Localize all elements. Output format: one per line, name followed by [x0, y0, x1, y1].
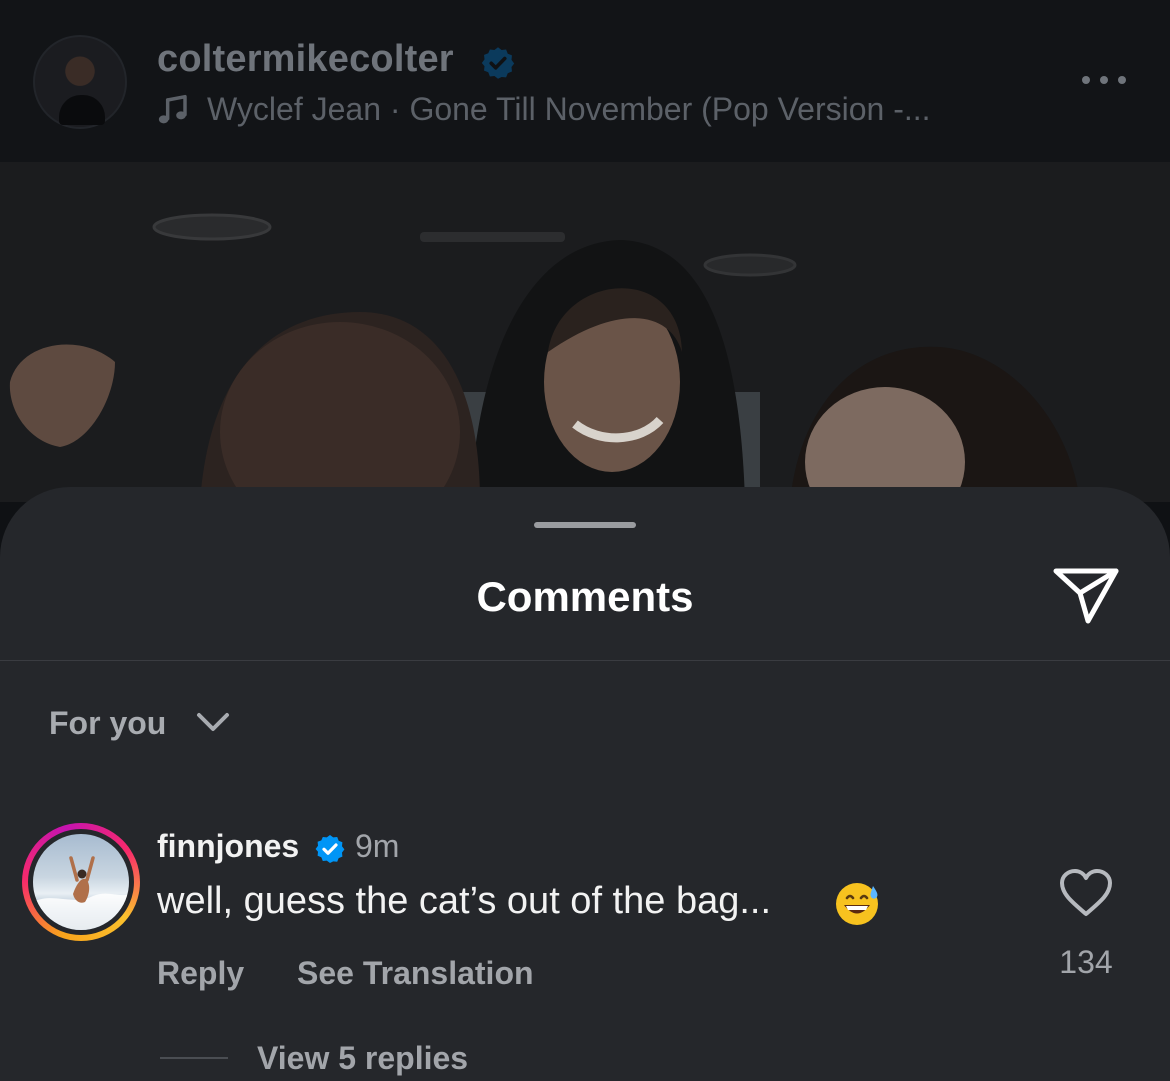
sheet-grabber[interactable]	[534, 522, 636, 528]
post-author-avatar[interactable]	[33, 35, 127, 129]
comment-author-avatar	[33, 834, 129, 930]
like-count: 134	[1059, 944, 1113, 980]
more-options-icon[interactable]	[1080, 72, 1128, 88]
comment-filter-dropdown[interactable]: For you	[49, 705, 166, 742]
comment-timestamp: 9m	[355, 828, 400, 864]
post-photo[interactable]	[0, 162, 1170, 502]
comment-username[interactable]: finnjones	[157, 828, 299, 865]
send-icon[interactable]	[1050, 563, 1122, 627]
song-title[interactable]: Wyclef Jean · Gone Till November (Pop Ve…	[207, 91, 931, 128]
post-header: coltermikecolter Wyclef Jean · Gone Till…	[0, 0, 1170, 162]
avatar-photo	[33, 856, 129, 930]
sheet-divider	[0, 660, 1170, 661]
reply-button[interactable]: Reply	[157, 955, 244, 992]
view-replies-button[interactable]: View 5 replies	[257, 1040, 468, 1077]
photo-scene	[0, 162, 1170, 502]
chevron-down-icon[interactable]	[196, 711, 230, 733]
heart-icon[interactable]	[1058, 868, 1114, 918]
sheet-title: Comments	[476, 573, 694, 620]
see-translation-button[interactable]: See Translation	[297, 955, 534, 992]
replies-divider-line	[160, 1057, 228, 1059]
comment-author-avatar-story-ring[interactable]	[22, 823, 140, 941]
verified-badge-icon	[315, 835, 345, 863]
comment-text: well, guess the cat’s out of the bag...	[157, 880, 772, 922]
post-author-username[interactable]: coltermikecolter	[157, 38, 454, 81]
music-note-icon	[158, 94, 187, 124]
grinning-sweat-emoji-icon	[836, 883, 878, 925]
verified-badge-icon	[481, 47, 515, 79]
